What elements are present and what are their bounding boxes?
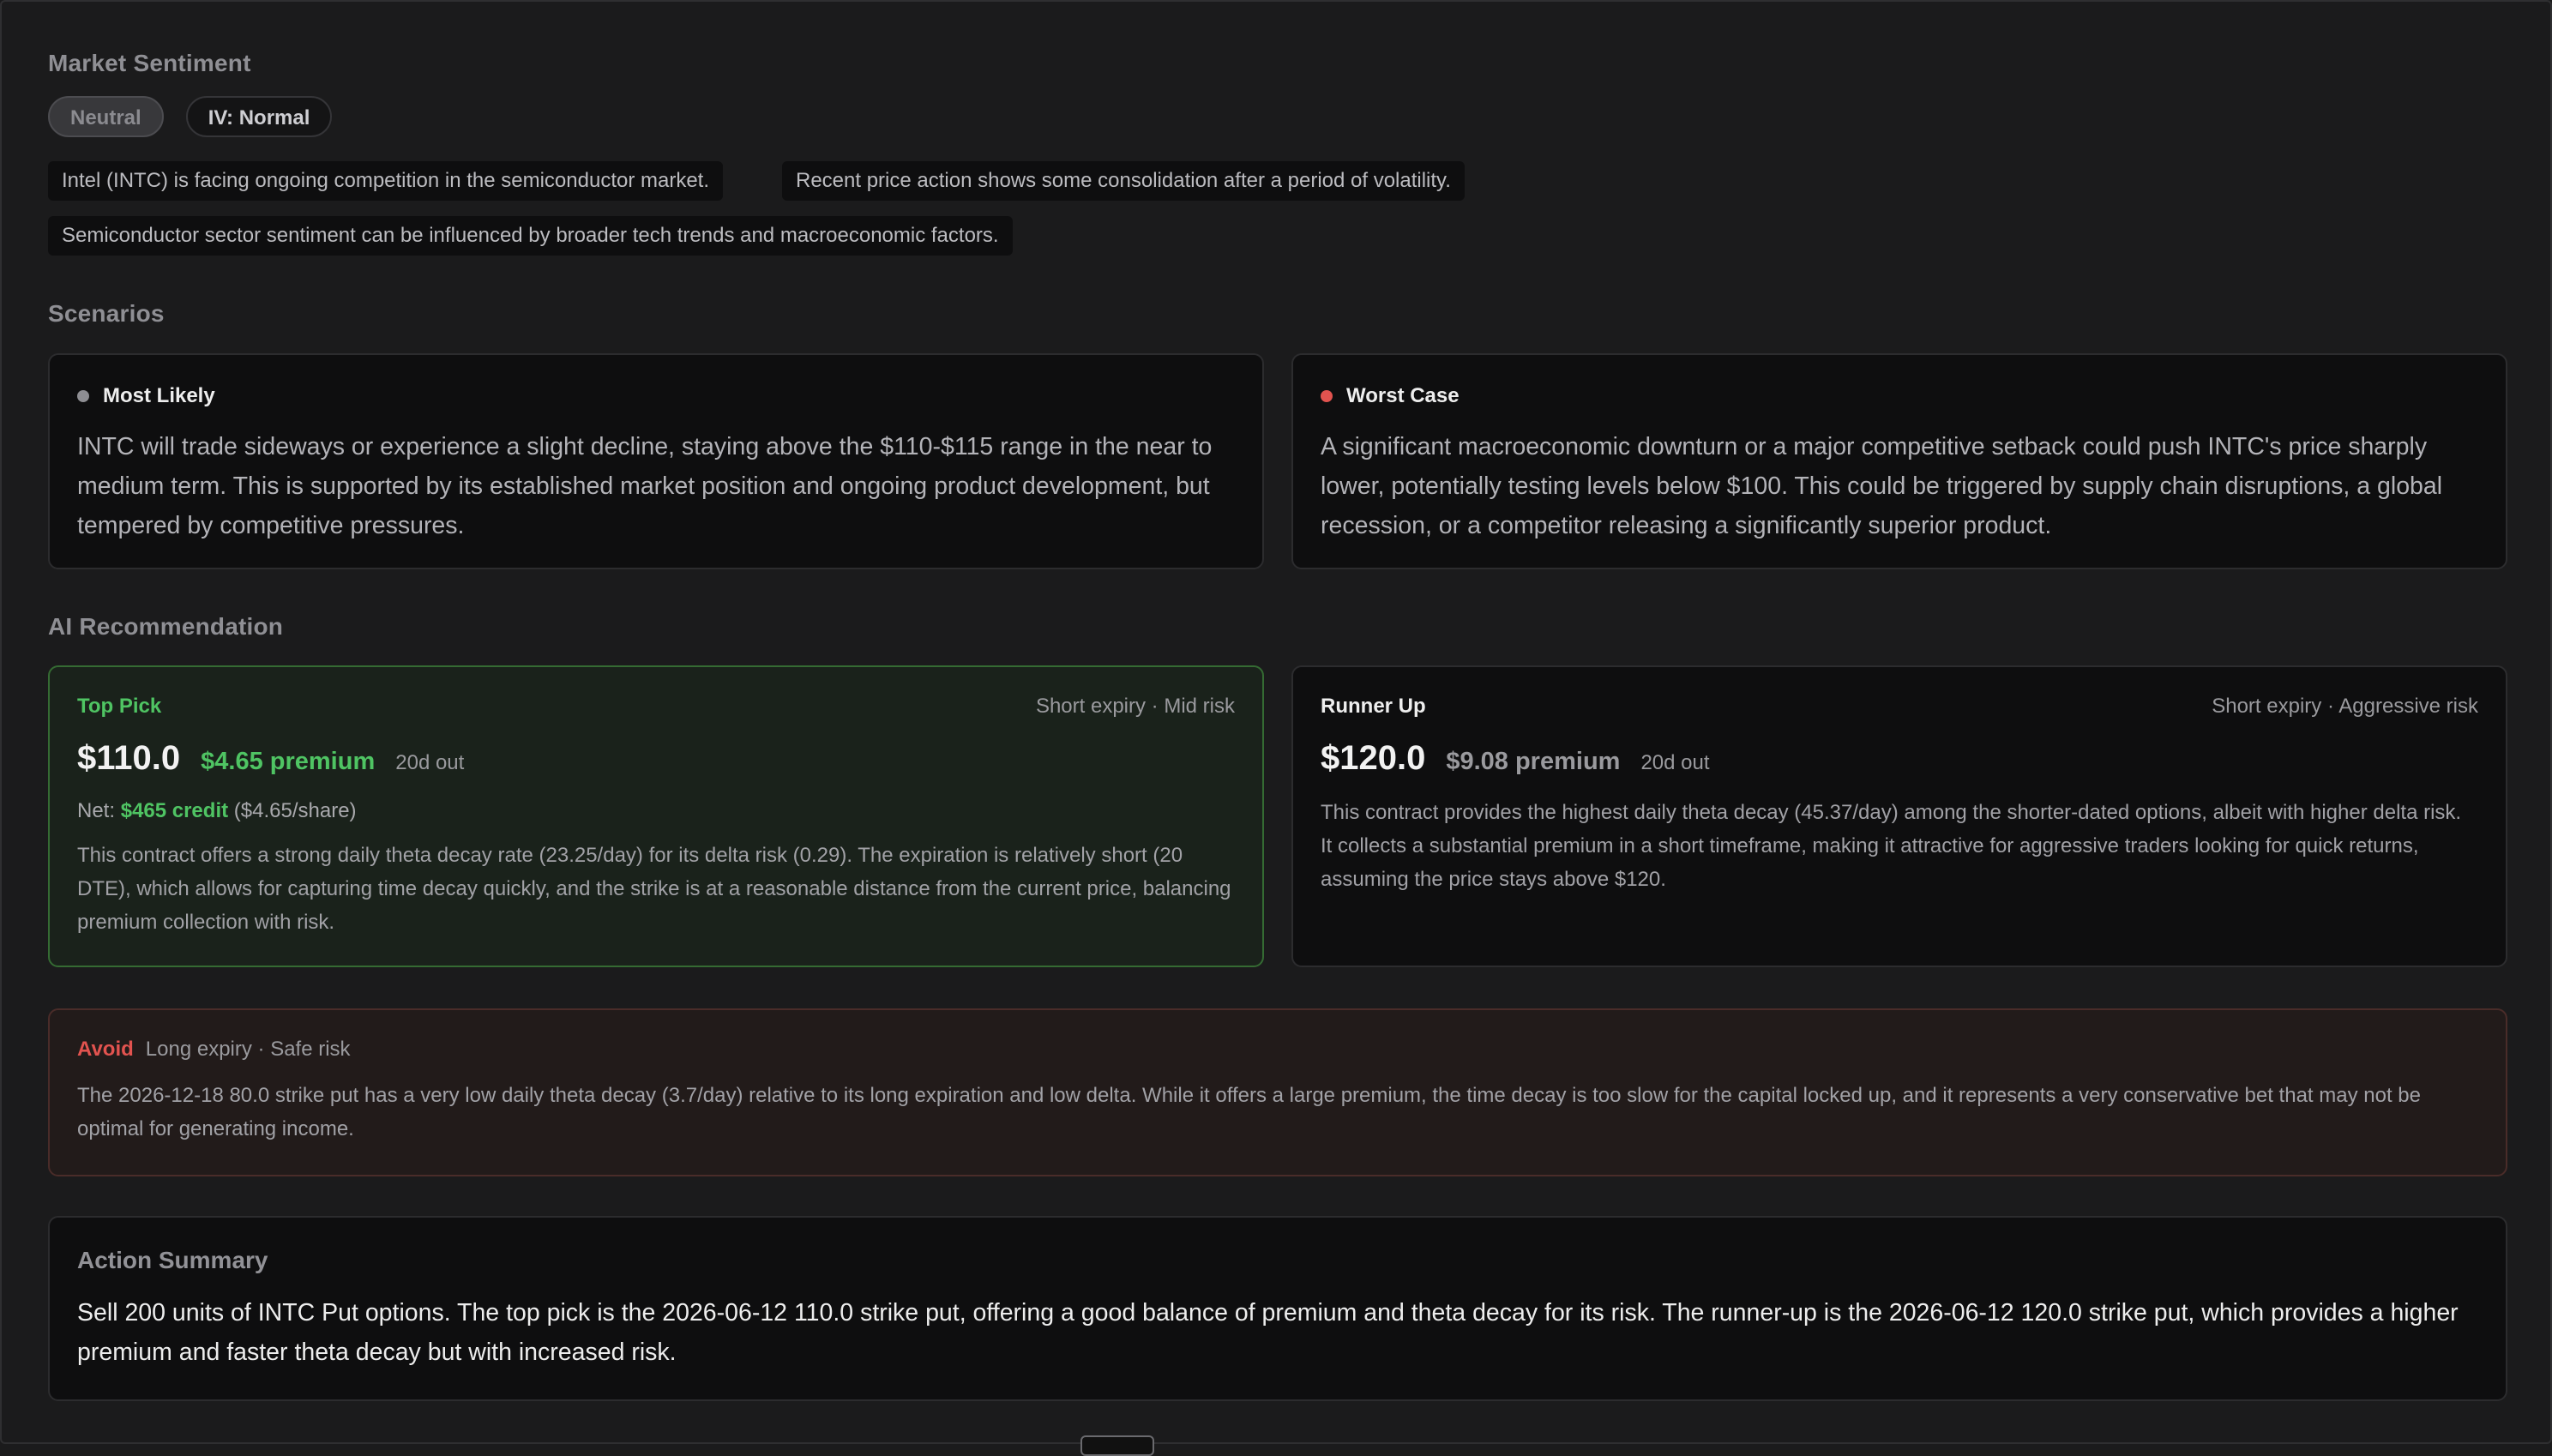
net-prefix: Net:	[77, 799, 116, 822]
sentiment-note: Recent price action shows some consolida…	[782, 161, 1465, 201]
net-credit-row: Net: $465 credit ($4.65/share)	[77, 799, 357, 823]
scenario-header: Worst Case	[1321, 384, 1460, 408]
action-summary-title: Action Summary	[77, 1247, 268, 1273]
scenario-label: Most Likely	[103, 384, 215, 407]
top-pick-label: Top Pick	[77, 695, 162, 718]
top-pick-card: Top Pick Short expiry · Mid risk $110.0 …	[48, 665, 1264, 967]
action-summary-card: Action Summary Sell 200 units of INTC Pu…	[48, 1216, 2507, 1401]
avoid-meta: Long expiry · Safe risk	[145, 1038, 351, 1061]
action-summary-text: Sell 200 units of INTC Put options. The …	[77, 1299, 2459, 1366]
runner-up-price-row: $120.0 $9.08 premium 20d out	[1321, 739, 1710, 778]
top-pick-meta: Short expiry · Mid risk	[1035, 695, 1235, 718]
runner-up-rationale: This contract provides the highest daily…	[1321, 801, 2462, 891]
alert-dot-icon	[1321, 390, 1333, 402]
strike-price: $120.0	[1321, 739, 1426, 777]
scenario-card-worst-case: Worst Case A significant macroeconomic d…	[1291, 353, 2507, 569]
sentiment-note: Intel (INTC) is facing ongoing competiti…	[48, 161, 724, 201]
scenarios-title: Scenarios	[48, 300, 165, 327]
net-credit-value: $465 credit	[120, 799, 229, 822]
avoid-card: Avoid Long expiry · Safe risk The 2026-12…	[48, 1008, 2507, 1176]
market-sentiment-title: Market Sentiment	[48, 50, 251, 76]
scenario-text: A significant macroeconomic downturn or …	[1321, 433, 2443, 539]
iv-badge: IV: Normal	[185, 96, 333, 137]
sentiment-badge: Neutral	[48, 96, 164, 137]
runner-up-meta: Short expiry · Aggressive risk	[2212, 695, 2478, 718]
panel-frame: Market Sentiment Neutral IV: Normal Inte…	[0, 0, 2552, 1456]
scroll-handle[interactable]	[1080, 1435, 1154, 1456]
scenario-card-most-likely: Most Likely INTC will trade sideways or …	[48, 353, 1264, 569]
avoid-label: Avoid	[77, 1038, 134, 1061]
premium-value: $9.08 premium	[1446, 748, 1621, 775]
ai-recommendation-title: AI Recommendation	[48, 613, 284, 640]
days-out: 20d out	[395, 751, 465, 774]
scenario-label: Worst Case	[1346, 384, 1460, 407]
scenario-header: Most Likely	[77, 384, 215, 408]
net-per-share: ($4.65/share)	[233, 799, 357, 822]
runner-up-label: Runner Up	[1321, 695, 1426, 718]
sentiment-badges: Neutral IV: Normal	[48, 96, 333, 137]
premium-value: $4.65 premium	[201, 748, 376, 775]
neutral-dot-icon	[77, 390, 89, 402]
top-pick-rationale: This contract offers a strong daily thet…	[77, 844, 1231, 934]
top-pick-price-row: $110.0 $4.65 premium 20d out	[77, 739, 464, 778]
avoid-header: Avoid Long expiry · Safe risk	[77, 1038, 351, 1062]
days-out: 20d out	[1640, 751, 1710, 774]
avoid-rationale: The 2026-12-18 80.0 strike put has a ver…	[77, 1084, 2421, 1140]
strike-price: $110.0	[77, 739, 181, 777]
runner-up-card: Runner Up Short expiry · Aggressive risk…	[1291, 665, 2507, 967]
sentiment-note: Semiconductor sector sentiment can be in…	[48, 216, 1013, 256]
scenario-text: INTC will trade sideways or experience a…	[77, 433, 1213, 539]
